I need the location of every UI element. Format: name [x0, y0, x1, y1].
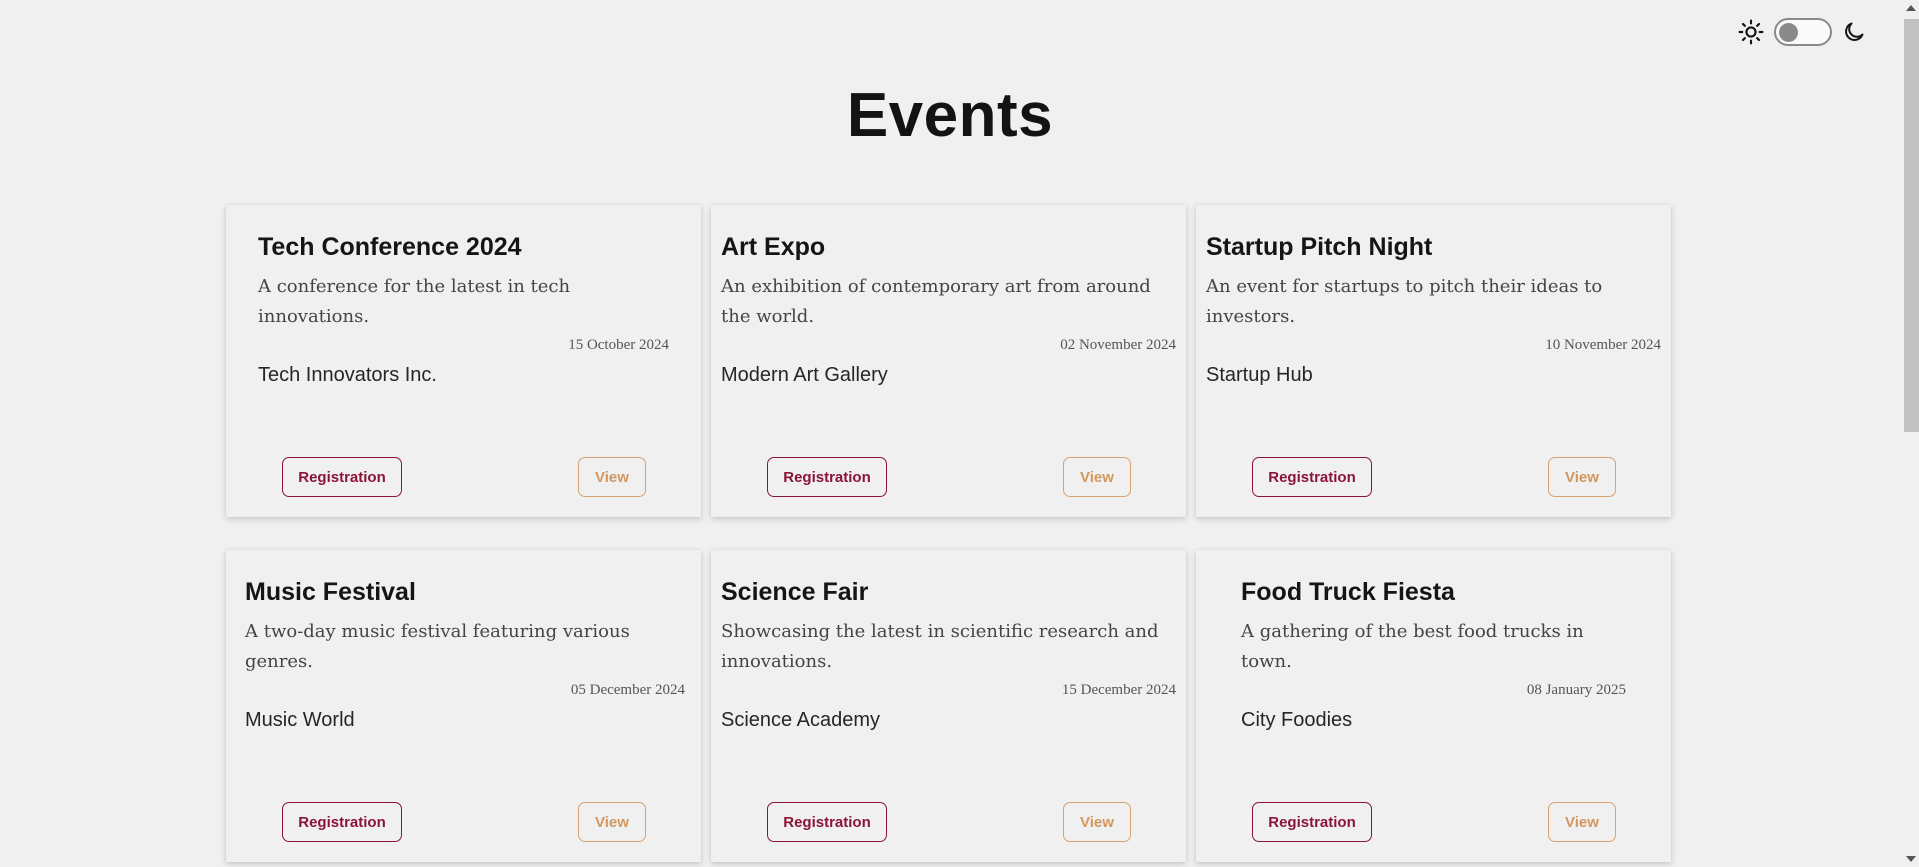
registration-button[interactable]: Registration	[767, 457, 887, 497]
event-card: Music Festival A two-day music festival …	[226, 550, 701, 862]
registration-button[interactable]: Registration	[282, 457, 402, 497]
event-date: 15 October 2024	[568, 337, 669, 353]
event-card-body: Science Fair Showcasing the latest in sc…	[721, 572, 1176, 732]
vertical-scrollbar[interactable]	[1902, 0, 1919, 867]
event-date: 08 January 2025	[1526, 682, 1626, 698]
event-title: Art Expo	[721, 233, 826, 261]
event-date: 02 November 2024	[1060, 337, 1176, 353]
registration-button[interactable]: Registration	[1252, 457, 1372, 497]
registration-button[interactable]: Registration	[767, 802, 887, 842]
event-organizer: City Foodies	[1241, 709, 1353, 731]
event-description: A conference for the latest in tech inno…	[258, 276, 571, 327]
event-description: A two-day music festival featuring vario…	[245, 621, 630, 672]
theme-switch[interactable]	[1774, 18, 1832, 46]
event-organizer: Startup Hub	[1206, 364, 1313, 386]
view-button[interactable]: View	[1548, 802, 1616, 842]
view-button[interactable]: View	[578, 802, 646, 842]
sun-icon	[1738, 19, 1764, 45]
event-card-body: Food Truck Fiesta A gathering of the bes…	[1241, 572, 1626, 732]
scroll-up-arrow-icon[interactable]	[1906, 5, 1916, 11]
view-button[interactable]: View	[578, 457, 646, 497]
event-date: 05 December 2024	[570, 682, 685, 698]
event-title: Food Truck Fiesta	[1241, 578, 1455, 606]
event-description: An exhibition of contemporary art from a…	[721, 276, 1151, 327]
registration-button[interactable]: Registration	[1252, 802, 1372, 842]
view-button[interactable]: View	[1063, 457, 1131, 497]
registration-button[interactable]: Registration	[282, 802, 402, 842]
event-date: 15 December 2024	[1061, 682, 1176, 698]
event-card: Art Expo An exhibition of contemporary a…	[711, 205, 1186, 517]
event-title: Science Fair	[721, 578, 869, 606]
event-title: Startup Pitch Night	[1206, 233, 1433, 261]
moon-icon	[1842, 20, 1866, 44]
event-title: Tech Conference 2024	[258, 233, 522, 261]
view-button[interactable]: View	[1548, 457, 1616, 497]
scroll-down-arrow-icon[interactable]	[1906, 856, 1916, 862]
view-button[interactable]: View	[1063, 802, 1131, 842]
event-organizer: Modern Art Gallery	[721, 364, 888, 386]
event-card: Startup Pitch Night An event for startup…	[1196, 205, 1671, 517]
event-description: Showcasing the latest in scientific rese…	[721, 621, 1159, 672]
theme-switch-knob	[1779, 23, 1798, 42]
events-grid: Tech Conference 2024 A conference for th…	[226, 205, 1671, 862]
event-organizer: Music World	[245, 709, 355, 731]
theme-toggle	[1738, 18, 1866, 46]
event-card-body: Music Festival A two-day music festival …	[245, 572, 685, 732]
event-card-body: Tech Conference 2024 A conference for th…	[258, 227, 669, 387]
event-organizer: Tech Innovators Inc.	[258, 364, 437, 386]
event-card-body: Art Expo An exhibition of contemporary a…	[721, 227, 1176, 387]
event-card: Food Truck Fiesta A gathering of the bes…	[1196, 550, 1671, 862]
event-title: Music Festival	[245, 578, 416, 606]
event-description: An event for startups to pitch their ide…	[1206, 276, 1603, 327]
event-date: 10 November 2024	[1545, 337, 1661, 353]
event-card: Science Fair Showcasing the latest in sc…	[711, 550, 1186, 862]
event-description: A gathering of the best food trucks in t…	[1241, 621, 1584, 672]
event-card-body: Startup Pitch Night An event for startup…	[1206, 227, 1661, 387]
event-organizer: Science Academy	[721, 709, 880, 731]
scroll-thumb[interactable]	[1904, 19, 1919, 432]
event-card: Tech Conference 2024 A conference for th…	[226, 205, 701, 517]
page-title: Events	[846, 81, 1054, 150]
